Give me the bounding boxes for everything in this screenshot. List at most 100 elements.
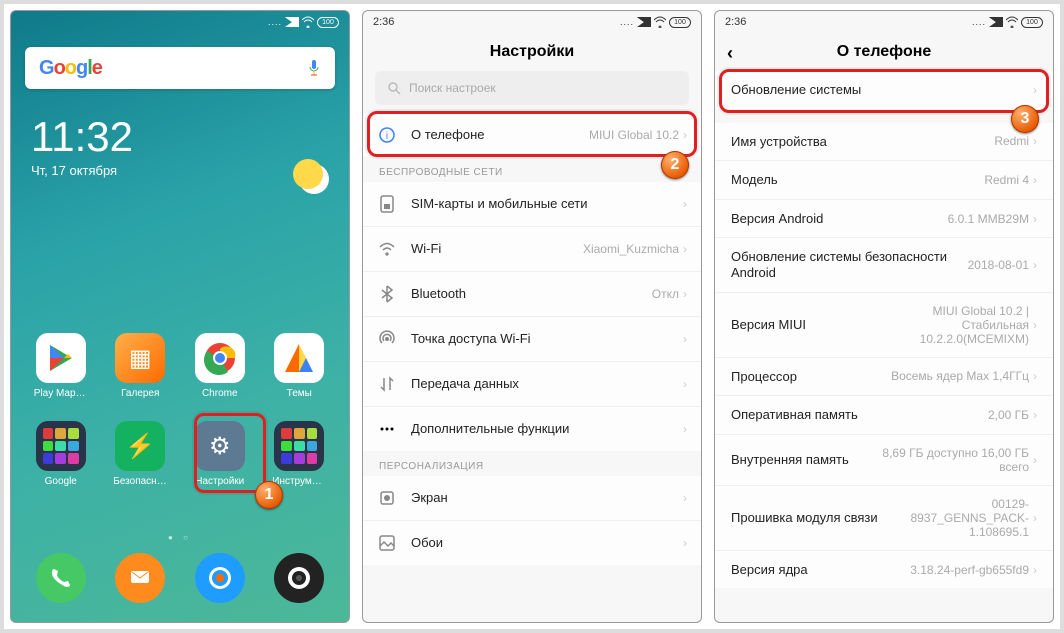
row-value: 3.18.24-perf-gb655fd9 xyxy=(910,563,1029,577)
settings-row[interactable]: Дополнительные функции› xyxy=(363,406,701,451)
sun-icon xyxy=(293,159,323,189)
settings-row[interactable]: Внутренняя память8,69 ГБ доступно 16,00 … xyxy=(715,434,1053,485)
section-wireless: БЕСПРОВОДНЫЕ СЕТИ xyxy=(363,157,701,182)
row-label: Процессор xyxy=(731,369,891,385)
settings-row[interactable]: Версия MIUIMIUI Global 10.2 | Стабильная… xyxy=(715,292,1053,357)
google-logo: Google xyxy=(39,57,102,80)
app-Play Маркет[interactable]: Play Маркет xyxy=(34,333,88,399)
wireless-list: SIM-карты и мобильные сети›Wi-FiXiaomi_K… xyxy=(363,182,701,451)
personal-list: Экран›Обои› xyxy=(363,476,701,565)
step-badge-3: 3 xyxy=(1011,105,1039,133)
row-label: Экран xyxy=(411,490,683,506)
app-icon xyxy=(195,553,245,603)
settings-row[interactable]: Прошивка модуля связи00129-8937_GENNS_PA… xyxy=(715,485,1053,550)
wifi-icon xyxy=(654,16,666,28)
settings-row[interactable]: Обои› xyxy=(363,520,701,565)
row-value: 2018-08-01 xyxy=(968,258,1029,272)
row-label: Версия Android xyxy=(731,211,948,227)
settings-row[interactable]: Имя устройстваRedmi › xyxy=(715,123,1053,161)
status-time: 2:36 xyxy=(725,16,746,28)
app-dock[interactable] xyxy=(34,553,88,608)
app-Темы[interactable]: Темы xyxy=(272,333,326,399)
app-icon xyxy=(36,333,86,383)
app-icon: ⚡ xyxy=(115,421,165,471)
search-placeholder: Поиск настроек xyxy=(409,81,496,95)
settings-row[interactable]: Версия Android6.0.1 MMB29M › xyxy=(715,199,1053,238)
app-dock[interactable] xyxy=(272,553,326,608)
screen-icon xyxy=(377,488,397,508)
battery-icon: 100 xyxy=(1021,17,1043,28)
chevron-right-icon: › xyxy=(1033,408,1037,422)
row-label: Bluetooth xyxy=(411,286,652,302)
settings-row[interactable]: Wi-FiXiaomi_Kuzmicha› xyxy=(363,226,701,271)
row-label: Обои xyxy=(411,535,683,551)
settings-row[interactable]: SIM-карты и мобильные сети› xyxy=(363,182,701,226)
row-label: Обновление системы безопасности Android xyxy=(731,249,968,280)
row-label: Wi-Fi xyxy=(411,241,583,257)
chevron-right-icon: › xyxy=(683,287,687,301)
row-label: Имя устройства xyxy=(731,134,994,150)
app-label: Темы xyxy=(272,388,326,399)
header: ‹ О телефоне xyxy=(715,33,1053,71)
signal-icon xyxy=(637,17,651,27)
settings-row[interactable]: Обновление системы безопасности Android2… xyxy=(715,237,1053,291)
settings-row[interactable]: Передача данных› xyxy=(363,361,701,406)
settings-row[interactable]: МодельRedmi 4› xyxy=(715,160,1053,199)
step-badge-2: 2 xyxy=(661,151,689,179)
row-value: MIUI Global 10.2 | Стабильная 10.2.2.0(M… xyxy=(879,304,1029,346)
app-label: Галерея xyxy=(113,388,167,399)
status-bar: 2:36 .... 100 xyxy=(715,11,1053,33)
settings-row[interactable]: BluetoothОткл› xyxy=(363,271,701,316)
row-value: 8,69 ГБ доступно 16,00 ГБ всего xyxy=(879,446,1029,474)
chevron-right-icon: › xyxy=(683,197,687,211)
search-icon xyxy=(387,81,401,95)
chevron-right-icon: › xyxy=(683,332,687,346)
settings-row[interactable]: Экран› xyxy=(363,476,701,520)
app-icon xyxy=(274,553,324,603)
chevron-right-icon: › xyxy=(683,242,687,256)
page-indicator: ● ○ xyxy=(11,533,349,542)
signal-icon xyxy=(989,17,1003,27)
header-title: О телефоне xyxy=(837,43,932,60)
hotspot-icon xyxy=(377,329,397,349)
back-button[interactable]: ‹ xyxy=(727,43,733,64)
chevron-right-icon: › xyxy=(1033,212,1037,226)
weather-widget[interactable] xyxy=(293,159,323,189)
app-Chrome[interactable]: Chrome xyxy=(193,333,247,399)
mic-icon[interactable] xyxy=(307,59,321,77)
clock-time: 11:32 xyxy=(31,113,349,161)
wifi-icon xyxy=(377,239,397,259)
app-Google[interactable]: Google xyxy=(34,421,88,487)
row-label: Версия ядра xyxy=(731,562,910,578)
app-dock[interactable] xyxy=(113,553,167,608)
row-value: 6.0.1 MMB29M xyxy=(948,212,1029,226)
section-personal: ПЕРСОНАЛИЗАЦИЯ xyxy=(363,451,701,476)
phone-about-screen: 2:36 .... 100 ‹ О телефоне Обновление си… xyxy=(714,10,1054,623)
phone-settings-screen: 2:36 .... 100 Настройки Поиск настроек i… xyxy=(362,10,702,623)
highlight-settings xyxy=(194,413,266,493)
step-badge-1: 1 xyxy=(255,481,283,509)
chevron-right-icon: › xyxy=(683,536,687,550)
row-label: Модель xyxy=(731,172,984,188)
row-label: Внутренняя память xyxy=(731,452,879,468)
chevron-right-icon: › xyxy=(683,491,687,505)
google-search-bar[interactable]: Google xyxy=(25,47,335,89)
settings-row[interactable]: Точка доступа Wi-Fi› xyxy=(363,316,701,361)
app-Безопасность[interactable]: ⚡Безопасность xyxy=(113,421,167,487)
row-value: Redmi xyxy=(994,134,1029,148)
settings-row[interactable]: Версия ядра3.18.24-perf-gb655fd9 › xyxy=(715,550,1053,589)
chevron-right-icon: › xyxy=(1033,134,1037,148)
app-icon xyxy=(36,553,86,603)
chevron-right-icon: › xyxy=(1033,563,1037,577)
app-Галерея[interactable]: ▦Галерея xyxy=(113,333,167,399)
battery-icon: 100 xyxy=(317,17,339,28)
settings-row[interactable]: ПроцессорВосемь ядер Max 1,4ГГц› xyxy=(715,357,1053,396)
app-row-1: Play Маркет ▦Галерея Chrome Темы xyxy=(11,333,349,399)
settings-row[interactable]: Оперативная память2,00 ГБ› xyxy=(715,395,1053,434)
app-dock[interactable] xyxy=(193,553,247,608)
app-icon xyxy=(36,421,86,471)
app-label: Chrome xyxy=(193,388,247,399)
app-label: Play Маркет xyxy=(34,388,88,399)
app-Инструменты[interactable]: Инструменты xyxy=(272,421,326,487)
settings-search[interactable]: Поиск настроек xyxy=(375,71,689,105)
